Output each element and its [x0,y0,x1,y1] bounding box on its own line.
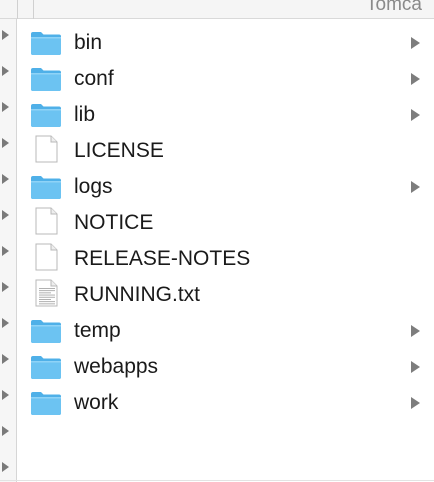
file-row[interactable]: logs [18,168,434,204]
file-name: webapps [74,355,159,378]
file-row[interactable]: work [18,384,434,420]
file-row[interactable]: RELEASE-NOTES [18,240,434,276]
disclosure-arrow-icon[interactable] [411,109,420,121]
disclosure-arrow-icon[interactable] [2,102,9,112]
disclosure-arrow-icon[interactable] [2,66,9,76]
previous-column [0,19,17,482]
folder-icon [30,174,62,200]
disclosure-arrow-icon[interactable] [2,246,9,256]
disclosure-arrow-icon[interactable] [2,318,9,328]
folder-icon [30,354,62,380]
column-divider[interactable] [33,0,34,19]
file-row[interactable]: temp [18,312,434,348]
column-title: Tomca [366,0,422,15]
disclosure-arrow-icon[interactable] [2,138,9,148]
disclosure-arrow-icon[interactable] [2,426,9,436]
disclosure-arrow-icon[interactable] [411,325,420,337]
column-divider[interactable] [17,0,18,19]
disclosure-arrow-icon[interactable] [2,462,9,472]
disclosure-arrow-icon[interactable] [411,181,420,193]
folder-icon [30,318,62,344]
disclosure-arrow-icon[interactable] [411,397,420,409]
file-row[interactable]: LICENSE [18,132,434,168]
disclosure-arrow-icon[interactable] [2,354,9,364]
disclosure-arrow-icon[interactable] [411,73,420,85]
file-row[interactable]: conf [18,60,434,96]
folder-icon [30,102,62,128]
blank-document-icon [30,135,62,163]
file-name: lib [74,103,96,126]
file-row[interactable]: lib [18,96,434,132]
file-name: RUNNING.txt [74,283,200,306]
file-row[interactable]: RUNNING.txt [18,276,434,312]
finder-column-view: Tomca bin conf lib LICENSE logs NOTICE RELEASE… [0,0,434,482]
file-name: NOTICE [74,211,154,234]
blank-document-icon [30,207,62,235]
file-name: RELEASE-NOTES [74,247,251,270]
disclosure-arrow-icon[interactable] [2,390,9,400]
disclosure-arrow-icon[interactable] [2,282,9,292]
column-bottom-border [0,480,434,481]
file-row[interactable]: webapps [18,348,434,384]
column-header: Tomca [0,0,434,19]
file-list: bin conf lib LICENSE logs NOTICE RELEASE-NOTES… [18,19,434,482]
file-name: logs [74,175,113,198]
disclosure-arrow-icon[interactable] [2,174,9,184]
file-row[interactable]: bin [18,24,434,60]
disclosure-arrow-icon[interactable] [2,30,9,40]
file-name: LICENSE [74,139,164,162]
folder-icon [30,390,62,416]
blank-document-icon [30,243,62,271]
file-name: conf [74,67,114,90]
file-name: temp [74,319,121,342]
folder-icon [30,30,62,56]
folder-icon [30,66,62,92]
file-name: work [74,391,119,414]
disclosure-arrow-icon[interactable] [2,210,9,220]
text-document-icon [30,279,62,307]
file-name: bin [74,31,103,54]
disclosure-arrow-icon[interactable] [411,361,420,373]
file-row[interactable]: NOTICE [18,204,434,240]
disclosure-arrow-icon[interactable] [411,37,420,49]
